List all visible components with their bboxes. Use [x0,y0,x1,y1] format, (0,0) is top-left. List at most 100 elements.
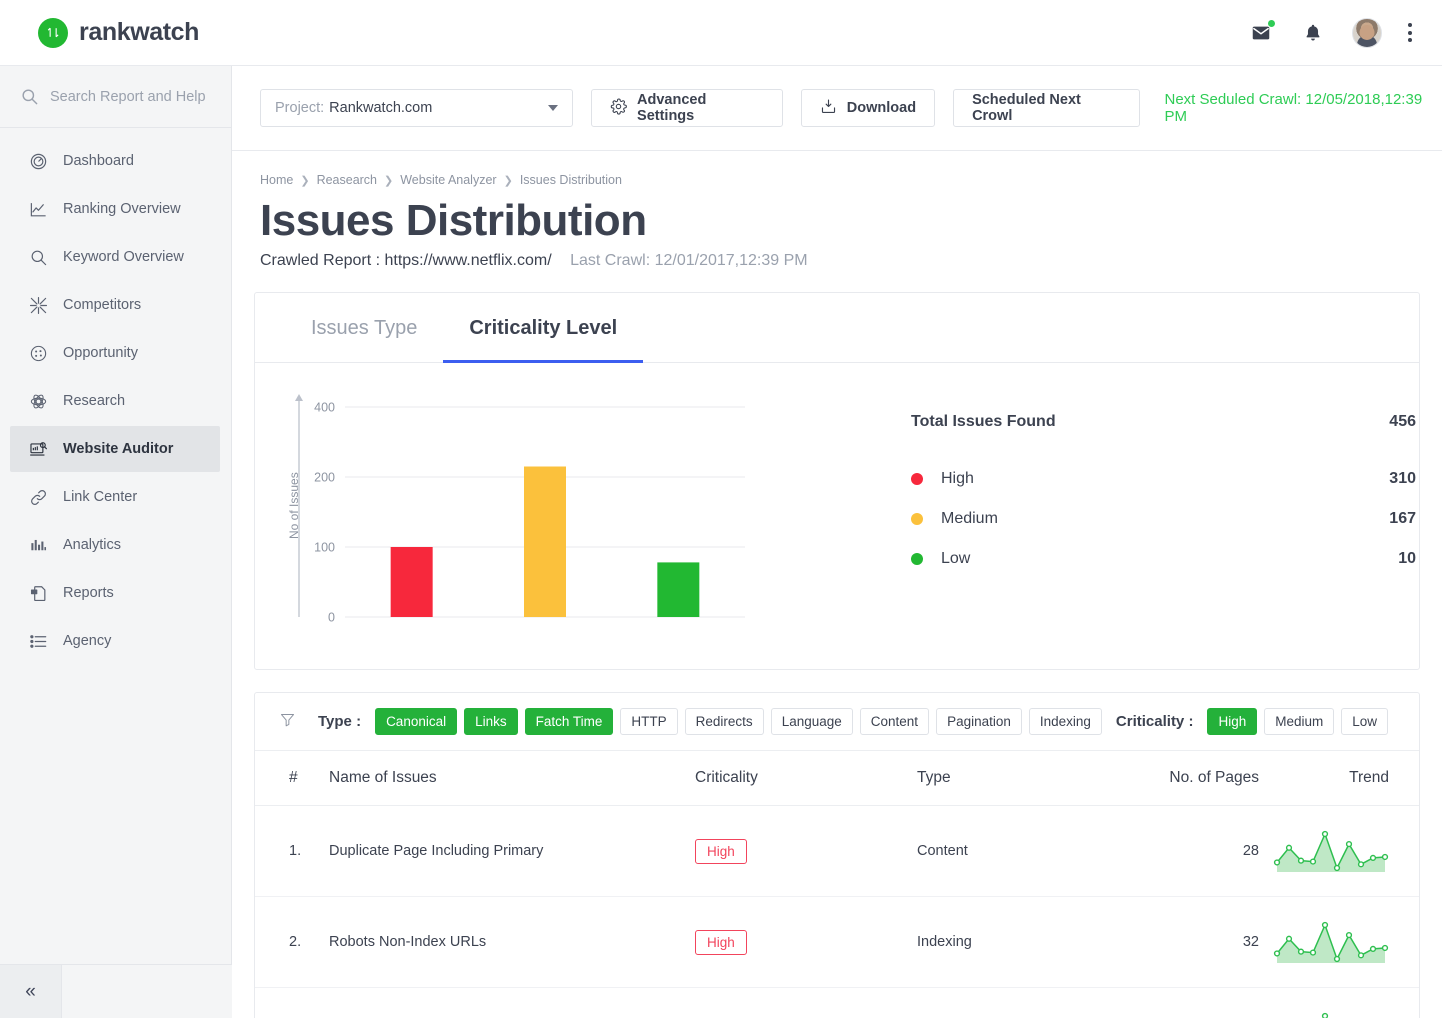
row-pages: 32 [1083,897,1259,988]
filter-bar: Type : Canonical Links Fatch TimeHTTP Redir… [255,693,1419,751]
advanced-settings-button[interactable]: Advanced Settings [591,89,783,127]
sidebar-item-label: Research [63,393,125,409]
sidebar-collapse-button[interactable]: « [0,965,62,1018]
type-chip-http[interactable]: HTTP [620,708,677,735]
sidebar-item-analytics[interactable]: Analytics [10,522,220,568]
column-header-trend[interactable]: Trend [1259,751,1419,806]
row-trend [1259,806,1419,897]
column-header-criticality[interactable]: Criticality [695,751,917,806]
row-trend [1259,988,1419,1018]
sidebar-item-label: Analytics [63,537,121,553]
tab-issues-type[interactable]: Issues Type [285,293,443,363]
sidebar-item-label: Ranking Overview [63,201,181,217]
sidebar-item-agency[interactable]: Agency [10,618,220,664]
type-chip-indexing[interactable]: Indexing [1029,708,1102,735]
trend-sparkline [1273,830,1389,872]
sidebar-item-link-center[interactable]: Link Center [10,474,220,520]
criticality-chip-low[interactable]: Low [1341,708,1388,735]
sidebar-item-opportunity[interactable]: Opportunity [10,330,220,376]
row-issue-name: Robots Non-Index URLs [329,897,695,988]
type-chip-links[interactable]: Links [464,708,518,735]
bar-low[interactable] [657,562,699,617]
sidebar-item-label: Website Auditor [63,441,173,457]
breadcrumb-item-research[interactable]: Reasearch [317,173,377,187]
type-chip-content[interactable]: Content [860,708,929,735]
mail-icon[interactable] [1248,20,1274,46]
row-number: 3. [255,988,329,1018]
total-issues-label: Total Issues Found [911,413,1056,431]
more-vertical-icon[interactable] [1408,23,1412,42]
sidebar-item-keyword-overview[interactable]: Keyword Overview [10,234,220,280]
row-number: 1. [255,806,329,897]
chevron-down-icon [548,105,558,111]
line-chart-icon [29,200,63,219]
criticality-chip-medium[interactable]: Medium [1264,708,1334,735]
project-toolbar: Project: Rankwatch.com Advanced Settings [232,66,1442,151]
website-auditor-icon [29,440,63,459]
type-chip-language[interactable]: Language [771,708,853,735]
type-filter-label: Type : [318,713,361,730]
list-icon [29,632,63,651]
project-select[interactable]: Project: Rankwatch.com [260,89,573,127]
sidebar-item-label: Opportunity [63,345,138,361]
type-chip-redirects[interactable]: Redirects [685,708,764,735]
column-header-pages[interactable]: No. of Pages [1083,751,1259,806]
issues-bar-chart: No of Issues 0100200400 [283,389,803,641]
sidebar-item-dashboard[interactable]: Dashboard [10,138,220,184]
breadcrumb-separator: ❯ [504,174,513,187]
type-chip-pagination[interactable]: Pagination [936,708,1022,735]
brand-logo[interactable]: rankwatch [38,18,199,48]
bar-high[interactable] [391,547,433,617]
scheduled-next-crawl-button[interactable]: Scheduled Next Crowl [953,89,1140,127]
column-header-type[interactable]: Type [917,751,1083,806]
rankwatch-logo-icon [38,18,68,48]
svg-text:100: 100 [314,541,335,555]
sidebar-item-reports[interactable]: Reports [10,570,220,616]
download-icon [820,98,837,119]
download-button[interactable]: Download [801,89,935,127]
breadcrumb-item-home[interactable]: Home [260,173,293,187]
legend-label-high: High [941,470,974,488]
sidebar-item-research[interactable]: Research [10,378,220,424]
sidebar-footer: « [0,964,232,1018]
sidebar-item-ranking-overview[interactable]: Ranking Overview [10,186,220,232]
column-header-number[interactable]: # [255,751,329,806]
page-title: Issues Distribution [260,196,1414,246]
bell-icon[interactable] [1300,20,1326,46]
search-input[interactable] [50,89,210,105]
svg-text:0: 0 [328,611,335,625]
breadcrumb: Home ❯ Reasearch ❯ Website Analyzer ❯ Is… [260,173,1414,187]
chevron-double-left-icon: « [25,981,36,1003]
row-type: Indexing [917,897,1083,988]
status-badge: High [695,930,747,955]
criticality-chip-group: High Medium Low [1207,708,1395,735]
sidebar-search[interactable] [0,66,231,128]
row-criticality: High [695,897,917,988]
mail-unread-badge [1267,19,1276,28]
advanced-settings-label: Advanced Settings [637,92,764,124]
table-row[interactable]: 1.Duplicate Page Including PrimaryHighCo… [255,806,1419,897]
row-type: Content [917,806,1083,897]
breadcrumb-item-issues-distribution[interactable]: Issues Distribution [520,173,622,187]
type-chip-canonical[interactable]: Canonical [375,708,457,735]
bar-chart-icon [29,536,63,555]
row-criticality: High [695,806,917,897]
table-row[interactable]: 2.Robots Non-Index URLsHighIndexing32 [255,897,1419,988]
breadcrumb-item-website-analyzer[interactable]: Website Analyzer [400,173,496,187]
pdf-report-icon [29,584,63,603]
type-chip-fatch-time[interactable]: Fatch Time [525,708,614,735]
avatar[interactable] [1352,18,1382,48]
bar-medium[interactable] [524,467,566,618]
criticality-chip-high[interactable]: High [1207,708,1257,735]
table-row[interactable]: 3.Broken LinksHighLinks18 [255,988,1419,1018]
tab-criticality-level[interactable]: Criticality Level [443,293,643,363]
issues-table-head: # Name of Issues Criticality Type No. of… [255,751,1419,806]
sidebar-item-label: Link Center [63,489,137,505]
total-issues-row: Total Issues Found 456 [911,413,1416,431]
sidebar-item-competitors[interactable]: Competitors [10,282,220,328]
sidebar-item-website-auditor[interactable]: Website Auditor [10,426,220,472]
trend-sparkline [1273,1012,1389,1018]
column-header-name[interactable]: Name of Issues [329,751,695,806]
legend-row-high: High 310 [911,459,1416,499]
funnel-icon[interactable] [279,711,296,733]
